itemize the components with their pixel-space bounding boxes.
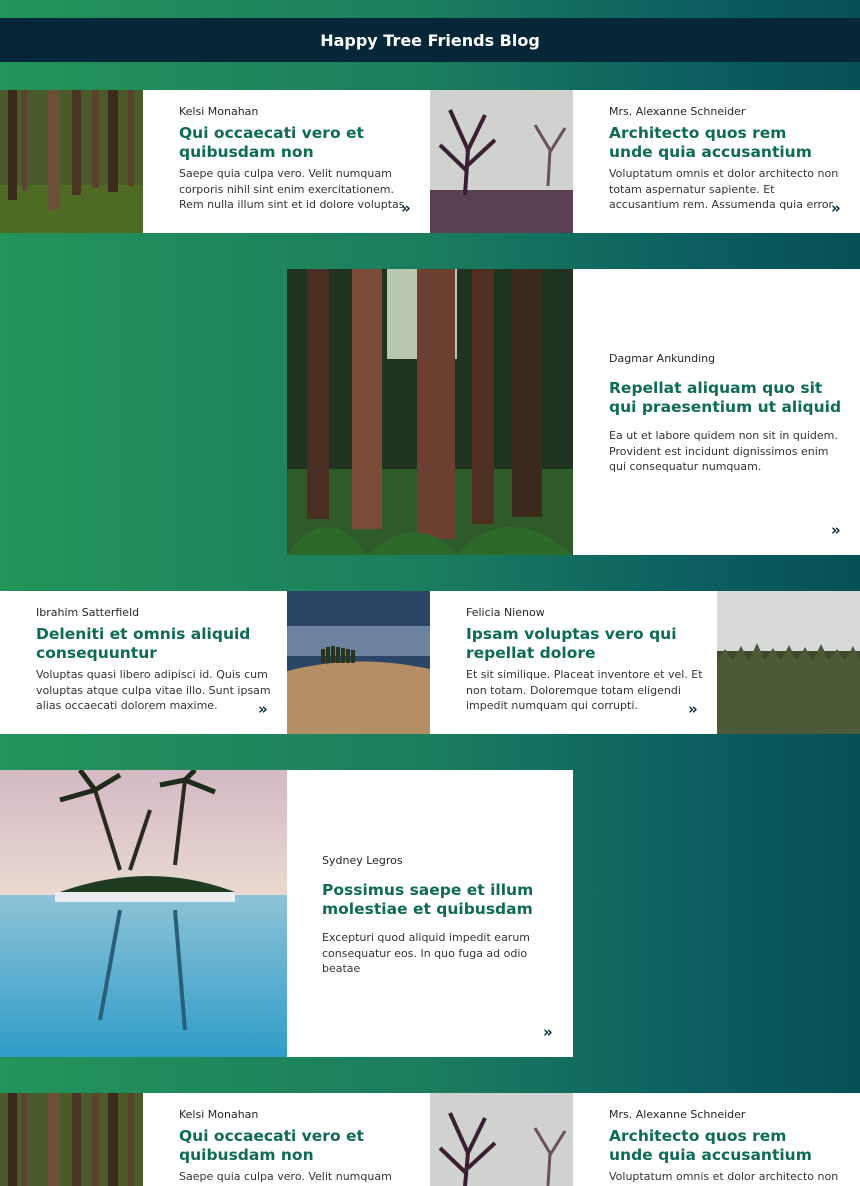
post-card[interactable]: Kelsi Monahan Qui occaecati vero et quibu… bbox=[143, 1093, 430, 1186]
read-more-arrow-icon[interactable]: » bbox=[258, 700, 268, 718]
post-title[interactable]: Possimus saepe et illum molestiae et quib… bbox=[322, 881, 533, 919]
post-card[interactable]: Mrs. Alexanne Schneider Architecto quos … bbox=[573, 90, 860, 233]
read-more-arrow-icon[interactable]: » bbox=[831, 199, 841, 217]
site-title: Happy Tree Friends Blog bbox=[320, 30, 540, 50]
post-title[interactable]: Qui occaecati vero et quibusdam non bbox=[179, 1127, 364, 1165]
post-excerpt: Ea ut et labore quidem non sit in quidem… bbox=[609, 429, 838, 473]
post-author: Kelsi Monahan bbox=[179, 1108, 259, 1121]
post-title[interactable]: Ipsam voluptas vero qui repellat dolore bbox=[466, 625, 677, 663]
post-author: Mrs. Alexanne Schneider bbox=[609, 1108, 746, 1121]
post-author: Ibrahim Satterfield bbox=[36, 606, 140, 619]
read-more-arrow-icon[interactable]: » bbox=[543, 1023, 553, 1041]
post-excerpt: Saepe quia culpa vero. Velit numquam corp… bbox=[179, 167, 405, 211]
read-more-arrow-icon[interactable]: » bbox=[401, 199, 411, 217]
post-card[interactable]: Kelsi Monahan Qui occaecati vero et quibu… bbox=[143, 90, 430, 233]
post-excerpt: Excepturi quod aliquid impedit earum cons… bbox=[322, 931, 531, 975]
post-author: Felicia Nienow bbox=[466, 606, 545, 619]
read-more-arrow-icon[interactable]: » bbox=[688, 700, 698, 718]
post-excerpt: Saepe quia culpa vero. Velit numquam bbox=[179, 1170, 392, 1183]
palm-pool-image[interactable] bbox=[0, 770, 287, 1057]
redwood-forest-image[interactable] bbox=[287, 269, 573, 555]
post-excerpt: Et sit similique. Placeat inventore et v… bbox=[466, 668, 703, 712]
post-author: Mrs. Alexanne Schneider bbox=[609, 105, 746, 118]
forest-trunks-image[interactable] bbox=[0, 1093, 143, 1186]
post-title[interactable]: Repellat aliquam quo sit qui praesentium … bbox=[609, 379, 841, 417]
misty-tree-image[interactable] bbox=[430, 90, 573, 233]
post-card[interactable]: Ibrahim Satterfield Deleniti et omnis al… bbox=[0, 591, 287, 734]
post-title[interactable]: Deleniti et omnis aliquid consequuntur bbox=[36, 625, 250, 663]
post-author: Sydney Legros bbox=[322, 854, 403, 867]
site-header: Happy Tree Friends Blog bbox=[0, 18, 860, 62]
misty-tree-image[interactable] bbox=[430, 1093, 573, 1186]
post-card[interactable]: Sydney Legros Possimus saepe et illum mol… bbox=[287, 770, 573, 1057]
post-title[interactable]: Architecto quos rem unde quia accusantium bbox=[609, 1127, 812, 1165]
post-title[interactable]: Qui occaecati vero et quibusdam non bbox=[179, 124, 364, 162]
post-excerpt: Voluptatum omnis et dolor architecto non bbox=[609, 1170, 839, 1183]
post-author: Dagmar Ankunding bbox=[609, 352, 716, 365]
post-card[interactable]: Felicia Nienow Ipsam voluptas vero qui re… bbox=[430, 591, 717, 734]
post-author: Kelsi Monahan bbox=[179, 105, 259, 118]
post-excerpt: Voluptatum omnis et dolor architecto non… bbox=[609, 167, 839, 211]
pine-forest-image[interactable] bbox=[717, 591, 860, 734]
post-card[interactable]: Dagmar Ankunding Repellat aliquam quo si… bbox=[573, 269, 860, 555]
post-excerpt: Voluptas quasi libero adipisci id. Quis … bbox=[36, 668, 271, 712]
cypress-hill-image[interactable] bbox=[287, 591, 430, 734]
read-more-arrow-icon[interactable]: » bbox=[831, 521, 841, 539]
forest-trunks-image[interactable] bbox=[0, 90, 143, 233]
post-title[interactable]: Architecto quos rem unde quia accusantium bbox=[609, 124, 812, 162]
post-card[interactable]: Mrs. Alexanne Schneider Architecto quos … bbox=[573, 1093, 860, 1186]
